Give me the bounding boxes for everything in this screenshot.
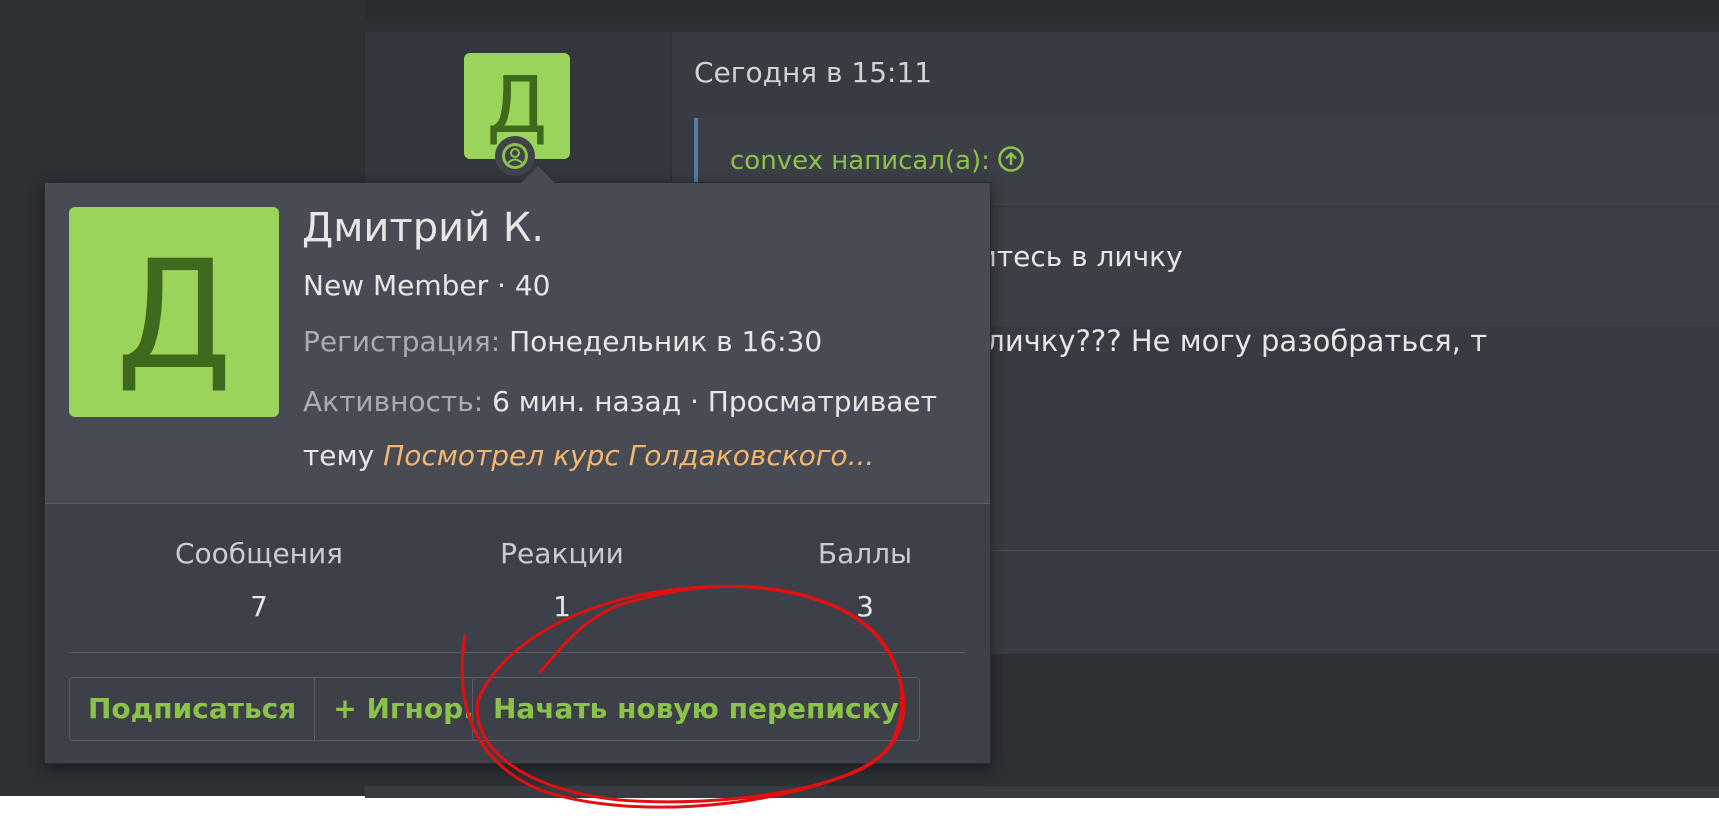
quote-author[interactable]: convex написал(а):	[730, 146, 990, 176]
tooltip-divider	[69, 652, 966, 653]
stat-value: 7	[250, 590, 268, 623]
ignore-button[interactable]: + Игнор.	[314, 678, 492, 740]
member-tooltip: Д Дмитрий К. New Member · 40 Регистрация…	[44, 166, 991, 764]
next-post-edge	[365, 786, 1719, 798]
activity-prefix: тему	[303, 439, 375, 472]
start-conversation-button[interactable]: Начать новую переписку	[472, 677, 920, 741]
post-date[interactable]: Сегодня в 15:11	[694, 56, 932, 89]
follow-button[interactable]: Подписаться	[70, 678, 315, 740]
stat-label: Сообщения	[174, 537, 344, 570]
quote-jump-arrow-icon[interactable]	[998, 146, 1024, 172]
stat-label: Баллы	[817, 537, 913, 570]
member-tooltip-header: Д Дмитрий К. New Member · 40 Регистрация…	[45, 183, 990, 504]
member-activity: Активность: 6 мин. назад · Просматривает	[303, 385, 937, 418]
member-activity-thread: тему Посмотрел курс Голдаковского...	[303, 439, 874, 472]
activity-label: Активность:	[303, 385, 484, 418]
stat-reactions: Реакции 1	[442, 537, 682, 623]
member-avatar[interactable]: Д	[69, 207, 279, 417]
stat-value: 3	[856, 590, 874, 623]
registration-label: Регистрация:	[303, 325, 501, 358]
follow-ignore-group: Подписаться + Игнор.	[69, 677, 493, 741]
top-bar	[365, 0, 1719, 22]
activity-value: 6 мин. назад · Просматривает	[492, 385, 937, 418]
member-registration: Регистрация: Понедельник в 16:30	[303, 325, 822, 358]
member-user-title: New Member · 40	[303, 269, 551, 302]
stat-label: Реакции	[500, 537, 624, 570]
member-avatar-letter: Д	[115, 229, 233, 403]
member-name[interactable]: Дмитрий К.	[302, 205, 544, 251]
stat-value: 1	[553, 590, 571, 623]
stat-messages: Сообщения 7	[139, 537, 379, 623]
activity-thread-link[interactable]: Посмотрел курс Голдаковского...	[383, 439, 874, 472]
registration-value: Понедельник в 16:30	[509, 325, 823, 358]
stat-points: Баллы 3	[745, 537, 985, 623]
tooltip-pointer	[521, 166, 555, 183]
